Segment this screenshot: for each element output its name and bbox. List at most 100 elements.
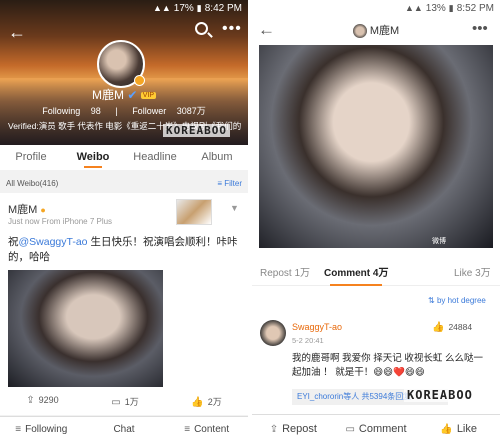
post-detail-screen: ▲▲ 13% ▮ 8:52 PM ← M鹿M ••• 微博 Repost 1万 … [252, 0, 500, 443]
thumbs-up-icon: 👍 [191, 397, 204, 408]
status-bar: ▲▲ 17% ▮ 8:42 PM [0, 0, 248, 16]
comment-count: 1万 [124, 397, 139, 407]
profile-screen: ▲▲ 17% ▮ 8:42 PM ← ••• M鹿M ✔ VIP Followi… [0, 0, 248, 443]
tab-repost[interactable]: Repost 1万 [260, 262, 310, 286]
following-button[interactable]: ≡ Following [0, 417, 83, 443]
repost-count: 9290 [38, 395, 59, 405]
follower-count: 3087万 [176, 106, 206, 116]
filter-label: Filter [224, 178, 242, 188]
post-bottom-bar: ⇪ Repost ▭ Comment 👍 Like [252, 414, 500, 443]
sort-button[interactable]: ⇅ by hot degree [428, 296, 486, 305]
profile-stats: Following 98 | Follower 3087万 [0, 104, 248, 117]
watermark: KOREABOO [404, 388, 476, 402]
follower-stat[interactable]: Follower 3087万 [128, 106, 210, 116]
avatar[interactable] [352, 24, 367, 39]
chat-button-label: Chat [113, 424, 135, 435]
repost-button[interactable]: ⇪ 9290 [26, 395, 58, 408]
thumbs-up-icon: 👍 [432, 322, 445, 333]
post-photo[interactable] [8, 270, 163, 387]
comment-text: 我的鹿哥啊 我爱你 择天记 收视长虹 么么哒一起加油 ！ 就是干！😄😄❤️😄😄 [292, 353, 484, 378]
battery-icon: ▮ [196, 2, 202, 13]
more-icon[interactable]: ••• [472, 20, 488, 37]
stat-divider: | [115, 106, 118, 116]
comment-like-button[interactable]: 👍 24884 [432, 322, 472, 333]
signal-icon: ▲▲ [152, 3, 171, 13]
post-author[interactable]: M鹿M ● [8, 201, 46, 217]
more-icon[interactable]: ••• [222, 20, 242, 38]
post-meta: Just now From iPhone 7 Plus [8, 217, 113, 226]
like-button-label: Like [456, 423, 477, 435]
filter-button[interactable]: ≡ Filter [217, 179, 242, 188]
following-button-label: Following [25, 424, 68, 435]
profile-tabs: Profile Weibo Headline Album [0, 145, 248, 170]
crown-icon: ● [40, 205, 46, 215]
verified-badge-icon [134, 75, 145, 86]
thumbs-up-icon: 👍 [440, 424, 453, 435]
following-stat[interactable]: Following 98 [38, 106, 105, 116]
verified-check-icon: ✔ [127, 88, 138, 102]
reply-users: EYI_chororin等人 [297, 392, 360, 401]
comment-button[interactable]: ▭ Comment [335, 415, 418, 443]
following-count: 98 [90, 106, 101, 116]
tab-weibo[interactable]: Weibo [62, 145, 124, 170]
post-photo[interactable] [259, 45, 493, 248]
comment-icon: ▭ [345, 424, 355, 435]
post-text: 祝@SwaggyT-ao 生日快乐！祝演唱会顺利！咔咔的，哈哈 [8, 235, 240, 265]
watermark: KOREABOO [163, 124, 230, 137]
tab-headline[interactable]: Headline [124, 145, 186, 170]
post-sticker-image [176, 199, 212, 225]
post-text-prefix: 祝 [8, 236, 19, 248]
like-button[interactable]: 👍 2万 [191, 395, 221, 408]
comment-button-label: Comment [358, 423, 407, 435]
repost-button-label: Repost [282, 423, 317, 435]
post-actions: ⇪ 9290 ▭ 1万 👍 2万 [0, 395, 248, 408]
status-bar: ▲▲ 13% ▮ 8:52 PM [252, 0, 500, 16]
content-button[interactable]: ≡ Content [165, 417, 248, 443]
repost-button[interactable]: ⇪ Repost [252, 415, 335, 443]
clock: 8:52 PM [456, 2, 494, 14]
search-icon[interactable] [195, 22, 208, 35]
follower-label: Follower [132, 106, 167, 116]
detail-tabs: Repost 1万 Comment 4万 Like 3万 [252, 262, 500, 286]
tab-album[interactable]: Album [186, 145, 248, 170]
tab-profile[interactable]: Profile [0, 145, 62, 170]
back-arrow-icon[interactable]: ← [8, 22, 26, 43]
profile-bottom-bar: ≡ Following Chat ≡ Content [0, 416, 248, 443]
comment-button[interactable]: ▭ 1万 [111, 395, 138, 408]
vip-badge: VIP [140, 92, 157, 100]
clock: 8:42 PM [204, 2, 242, 14]
tab-comment[interactable]: Comment 4万 [324, 262, 388, 286]
repost-icon: ⇪ [26, 395, 35, 406]
profile-name: M鹿M [91, 88, 124, 102]
chat-button[interactable]: Chat [83, 417, 166, 443]
signal-icon: ▲▲ [404, 3, 423, 13]
post-author-name: M鹿M [8, 204, 38, 216]
sort-icon: ⇅ [428, 296, 435, 305]
comment-icon: ▭ [111, 397, 121, 408]
comment-like-count: 24884 [448, 322, 473, 332]
like-count: 2万 [207, 397, 222, 407]
commenter-avatar[interactable] [260, 320, 286, 346]
filter-row: All Weibo(416) ≡ Filter [0, 174, 248, 192]
comment-time: 5-2 20:41 [292, 336, 324, 345]
battery-level: 13% [425, 2, 446, 14]
list-icon: ≡ [15, 424, 22, 435]
page-title-text: M鹿M [369, 25, 400, 37]
repost-icon: ⇪ [269, 424, 279, 435]
commenter-name[interactable]: SwaggyT-ao [292, 322, 342, 332]
content-button-label: Content [194, 424, 230, 435]
page-title: M鹿M [252, 22, 500, 39]
profile-name-row: M鹿M ✔ VIP [0, 86, 248, 103]
battery-level: 17% [173, 2, 194, 14]
weibo-post[interactable]: M鹿M ● Just now From iPhone 7 Plus ▼ 祝@Sw… [0, 193, 248, 415]
mention-link[interactable]: @SwaggyT-ao [19, 236, 88, 248]
following-label: Following [42, 106, 81, 116]
tab-like[interactable]: Like 3万 [454, 262, 491, 286]
filter-icon: ≡ [217, 178, 222, 188]
like-button[interactable]: 👍 Like [417, 415, 500, 443]
photo-watermark: 微博 [432, 238, 446, 245]
all-weibo-label: All Weibo(416) [6, 178, 59, 188]
menu-icon: ≡ [184, 424, 191, 435]
chevron-down-icon[interactable]: ▼ [230, 203, 239, 213]
battery-icon: ▮ [448, 2, 454, 13]
